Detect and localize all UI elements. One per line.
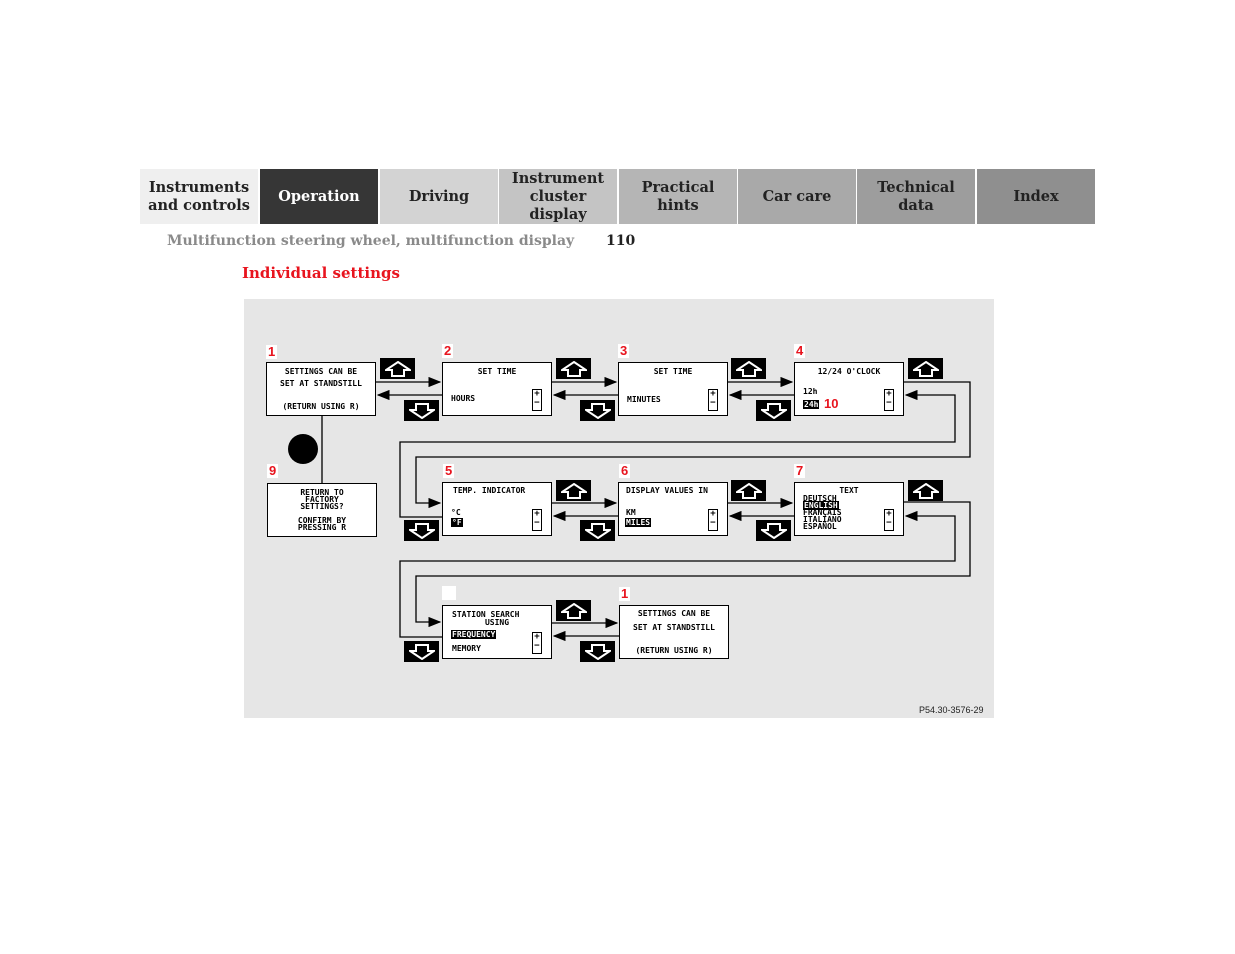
display-box-5: TEMP. INDICATOR °C °F + − xyxy=(442,482,552,536)
display-box-7: TEXT DEUTSCH ENGLISH FRANÇAIS ITALIANO E… xyxy=(794,482,904,536)
step-number-9: 9 xyxy=(267,463,279,478)
display-box-9: RETURN TO FACTORY SETTINGS? CONFIRM BY P… xyxy=(267,483,377,537)
arrow-down-icon xyxy=(580,400,615,421)
arrow-down-icon xyxy=(756,400,791,421)
step-number-1b: 1 xyxy=(619,586,631,601)
plus-minus-icon: + − xyxy=(884,509,894,531)
display-box-3: SET TIME MINUTES + − xyxy=(618,362,728,416)
arrow-up-icon xyxy=(731,480,766,501)
plus-minus-icon: + − xyxy=(884,389,894,411)
plus-minus-icon: + − xyxy=(532,632,542,654)
arrow-up-icon xyxy=(731,358,766,379)
step-number-3: 3 xyxy=(618,343,630,358)
display-box-8: STATION SEARCH USING FREQUENCY MEMORY + − xyxy=(442,605,552,659)
step-number-2: 2 xyxy=(442,343,454,358)
flow-lines xyxy=(288,376,971,642)
plus-minus-icon: + − xyxy=(532,509,542,531)
step-number-1: 1 xyxy=(266,344,278,359)
display-box-1-return: SETTINGS CAN BE SET AT STANDSTILL (RETUR… xyxy=(619,605,729,659)
figure-code: P54.30-3576-29 xyxy=(919,705,984,715)
reset-button-dot xyxy=(288,434,318,464)
display-box-4: 12/24 O'CLOCK 12h 24h 10 + − xyxy=(794,362,904,416)
step-number-4: 4 xyxy=(794,343,806,358)
arrow-up-icon xyxy=(380,358,415,379)
step-number-8-blank xyxy=(442,586,456,600)
step-number-6: 6 xyxy=(619,463,631,478)
arrow-down-icon xyxy=(404,400,439,421)
plus-minus-icon: + − xyxy=(532,389,542,411)
arrow-down-icon xyxy=(404,520,439,541)
arrow-down-icon xyxy=(580,641,615,662)
display-box-1: SETTINGS CAN BE SET AT STANDSTILL (RETUR… xyxy=(266,362,376,416)
plus-minus-icon: + − xyxy=(708,389,718,411)
step-number-5: 5 xyxy=(443,463,455,478)
arrow-up-icon xyxy=(556,480,591,501)
arrow-up-icon xyxy=(908,358,943,379)
step-number-7: 7 xyxy=(794,463,806,478)
plus-minus-icon: + − xyxy=(708,509,718,531)
arrow-up-icon xyxy=(556,600,591,621)
arrow-up-icon xyxy=(908,480,943,501)
arrow-down-icon xyxy=(404,641,439,662)
callout-10: 10 xyxy=(824,396,839,411)
display-box-2: SET TIME HOURS + − xyxy=(442,362,552,416)
arrow-up-icon xyxy=(556,358,591,379)
arrow-down-icon xyxy=(580,520,615,541)
display-box-6: DISPLAY VALUES IN KM MILES + − xyxy=(618,482,728,536)
arrow-down-icon xyxy=(756,520,791,541)
